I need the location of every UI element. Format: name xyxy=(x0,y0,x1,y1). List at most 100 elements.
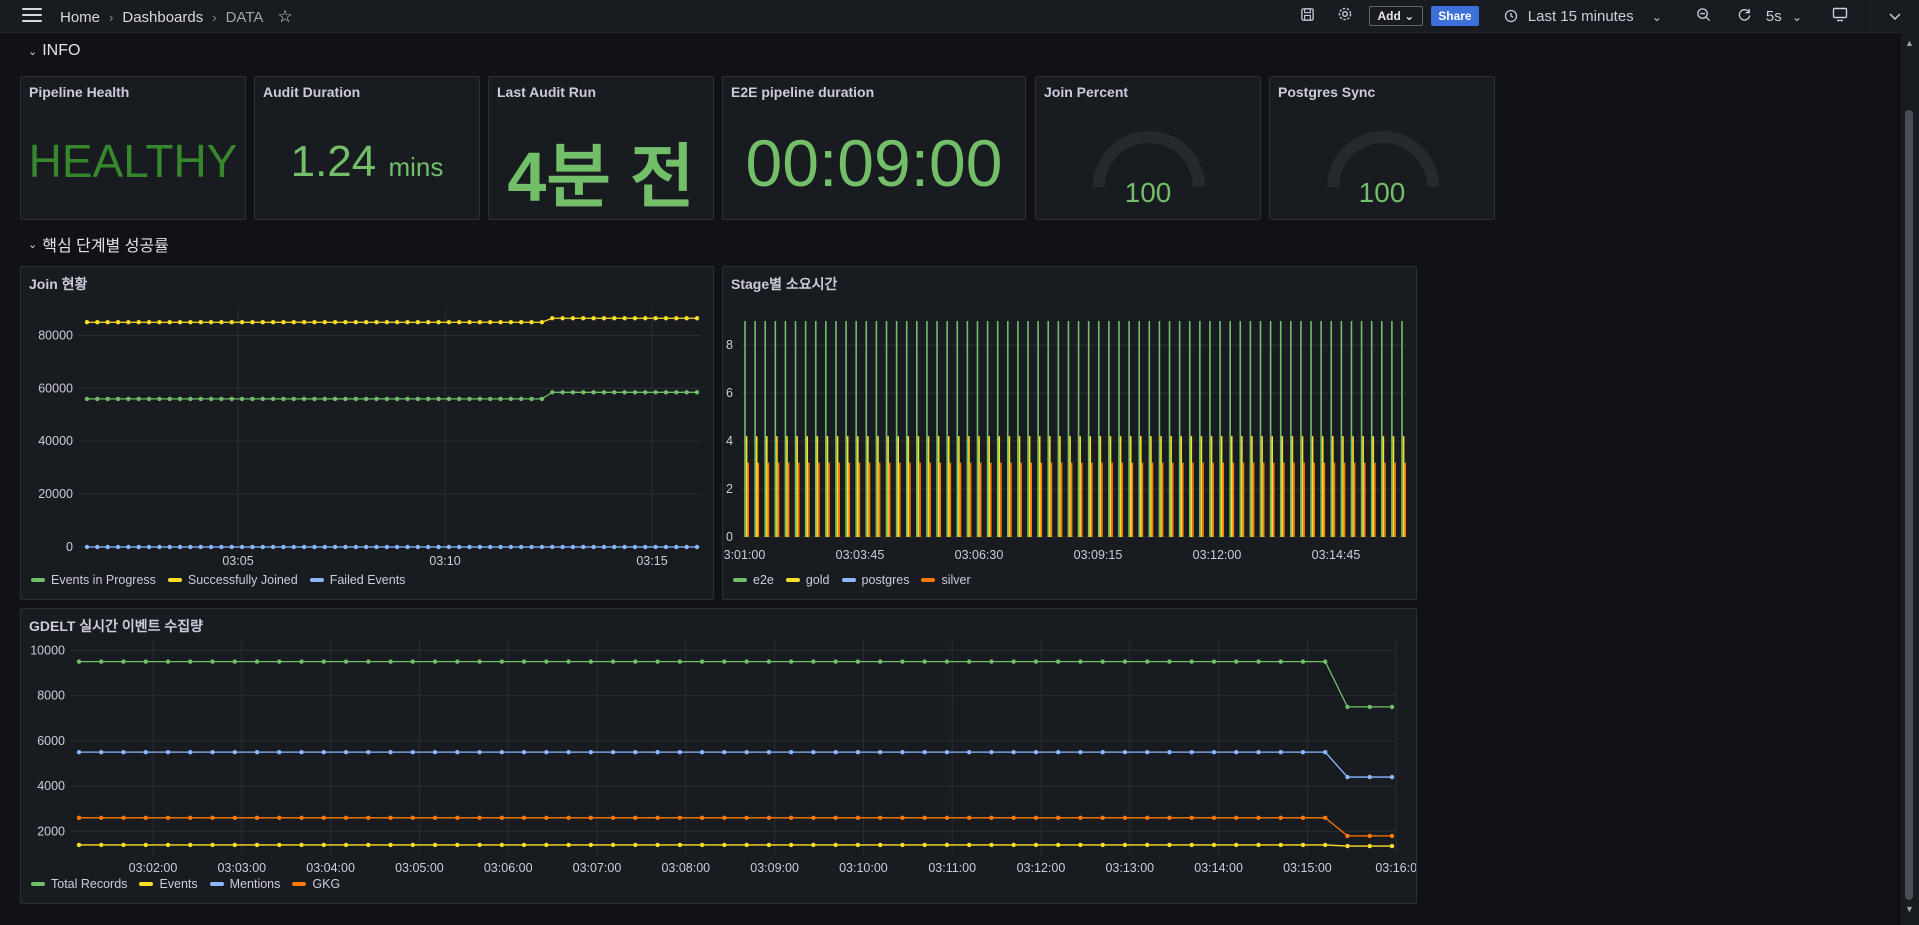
time-range-picker[interactable]: Last 15 minutes ⌄ xyxy=(1504,8,1662,25)
data-point xyxy=(499,749,505,755)
data-point xyxy=(1234,842,1239,848)
data-point xyxy=(1033,749,1039,755)
data-point xyxy=(105,544,110,550)
data-point xyxy=(653,390,658,395)
data-point xyxy=(143,749,148,755)
scroll-up-icon[interactable]: ▲ xyxy=(1905,38,1914,48)
timeseries-panel-gdelt[interactable]: GDELT 실시간 이벤트 수집량 2000 4000 6000 8000 10000 0… xyxy=(20,608,1417,904)
data-point xyxy=(210,815,215,820)
data-point xyxy=(612,316,617,321)
legend-item[interactable]: GKG xyxy=(292,877,340,891)
legend-item[interactable]: Events in Progress xyxy=(31,573,156,587)
stat-panel-pipeline-health[interactable]: Pipeline Health HEALTHY xyxy=(20,76,246,220)
legend-label: Failed Events xyxy=(329,573,406,587)
data-point xyxy=(165,815,171,820)
clock-icon xyxy=(1504,8,1528,25)
save-icon[interactable] xyxy=(1300,7,1315,26)
data-point xyxy=(633,659,638,664)
data-point xyxy=(353,396,359,402)
data-point xyxy=(1055,842,1061,848)
data-point xyxy=(143,659,148,664)
data-point xyxy=(944,659,950,664)
data-point xyxy=(1278,749,1283,755)
data-point xyxy=(519,544,524,550)
stat-panel-audit-duration[interactable]: Audit Duration 1.24 mins xyxy=(254,76,480,220)
legend-item[interactable]: Failed Events xyxy=(309,573,406,587)
legend-item[interactable]: Total Records xyxy=(31,877,127,891)
data-point xyxy=(157,396,162,402)
data-point xyxy=(312,320,317,325)
data-point xyxy=(560,316,565,321)
data-point xyxy=(1011,659,1016,664)
gauge-panel-join-percent[interactable]: Join Percent 100 xyxy=(1035,76,1261,220)
data-point xyxy=(332,396,338,402)
data-point xyxy=(146,396,152,402)
menu-icon[interactable] xyxy=(22,8,42,24)
stat-panel-last-audit-run[interactable]: Last Audit Run 4분 전 xyxy=(488,76,714,220)
scrollbar-thumb[interactable] xyxy=(1905,110,1913,900)
refresh-interval-picker[interactable]: 5s ⌄ xyxy=(1766,8,1802,25)
data-point xyxy=(312,396,317,402)
data-point xyxy=(363,320,369,325)
data-point xyxy=(612,390,617,395)
bar-panel-stage-duration[interactable]: Stage별 소요시간 0246803:01:0003:03:4503:06:3… xyxy=(722,266,1417,600)
data-point xyxy=(1167,842,1172,848)
data-point xyxy=(1345,774,1350,780)
data-point xyxy=(1300,842,1306,848)
legend-item[interactable]: Events xyxy=(139,877,198,891)
legend-label: Mentions xyxy=(229,877,281,891)
x-tick-label: 03:03:00 xyxy=(217,861,266,875)
gauge-panel-postgres-sync[interactable]: Postgres Sync 100 xyxy=(1269,76,1495,220)
legend-item[interactable]: silver xyxy=(921,573,971,587)
legend-item[interactable]: e2e xyxy=(733,573,774,587)
data-point xyxy=(366,842,371,848)
data-point xyxy=(343,659,349,664)
legend-item[interactable]: Mentions xyxy=(209,877,281,891)
panel-title: E2E pipeline duration xyxy=(731,84,875,100)
legend-item[interactable]: Successfully Joined xyxy=(167,573,298,587)
vertical-scrollbar[interactable]: ▲ ▼ xyxy=(1901,32,1919,925)
data-point xyxy=(394,320,400,325)
stat-panel-e2e-duration[interactable]: E2E pipeline duration 00:09:00 xyxy=(722,76,1026,220)
toolbar: Add ⌄ Share Last 15 minutes ⌄ 5s ⌄ xyxy=(1300,0,1919,32)
data-point xyxy=(498,544,503,550)
data-point xyxy=(322,544,327,550)
data-point xyxy=(521,749,527,755)
breadcrumb-dashboards[interactable]: Dashboards xyxy=(122,9,203,26)
chevron-down-icon[interactable] xyxy=(1889,9,1901,24)
scroll-down-icon[interactable]: ▼ xyxy=(1905,904,1914,914)
y-tick-label: 6 xyxy=(726,386,733,400)
gauge-value: 100 xyxy=(1124,177,1172,208)
row-header-info[interactable]: ⌄ INFO xyxy=(28,42,80,60)
legend-item[interactable]: postgres xyxy=(841,573,909,587)
data-point xyxy=(877,842,883,848)
data-point xyxy=(966,842,972,848)
data-point xyxy=(1389,704,1395,710)
timeseries-panel-join[interactable]: Join 현황 0 20000 40000 60000 80000 03:05 03:10 0… xyxy=(20,266,714,600)
data-point xyxy=(457,396,462,402)
data-point xyxy=(455,659,460,664)
data-point xyxy=(655,659,660,664)
data-point xyxy=(177,396,183,402)
zoom-out-icon[interactable] xyxy=(1696,7,1711,26)
gear-icon[interactable] xyxy=(1337,6,1353,26)
data-point xyxy=(446,396,452,402)
data-point xyxy=(591,390,596,395)
legend-item[interactable]: gold xyxy=(785,573,830,587)
data-point xyxy=(694,544,700,550)
data-point xyxy=(299,842,304,848)
y-tick-label: 4 xyxy=(726,434,733,448)
tv-mode-icon[interactable] xyxy=(1832,7,1848,26)
share-button[interactable]: Share xyxy=(1431,6,1479,26)
data-point xyxy=(250,320,255,325)
data-point xyxy=(1078,659,1083,664)
row-header-core[interactable]: ⌄ 핵심 단계별 성공률 xyxy=(28,232,169,256)
legend-swatch xyxy=(841,578,856,582)
data-point xyxy=(165,749,171,755)
data-point xyxy=(1189,842,1194,848)
refresh-icon[interactable] xyxy=(1737,7,1752,26)
data-point xyxy=(239,320,245,325)
breadcrumb-home[interactable]: Home xyxy=(60,9,100,26)
add-button[interactable]: Add ⌄ xyxy=(1368,6,1424,26)
star-icon[interactable]: ☆ xyxy=(277,7,292,27)
